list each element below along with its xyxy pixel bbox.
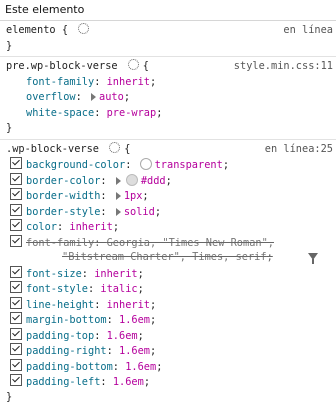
enable-checkbox[interactable]: [10, 343, 22, 355]
property-name[interactable]: border-color: [26, 175, 100, 187]
property-value[interactable]: 1.6em: [125, 361, 156, 373]
enable-checkbox[interactable]: [10, 157, 22, 169]
property-value[interactable]: #ddd: [141, 175, 166, 187]
property-value[interactable]: pre-wrap: [107, 107, 157, 119]
rule-source[interactable]: en línea: [283, 23, 333, 39]
property-name[interactable]: background-color: [26, 159, 125, 171]
declaration[interactable]: overflow: auto;: [0, 90, 336, 106]
property-value[interactable]: solid: [124, 206, 155, 218]
property-name[interactable]: font-family: [26, 237, 94, 249]
property-value[interactable]: 1.6em: [113, 376, 144, 388]
property-name[interactable]: padding-top: [26, 330, 94, 342]
property-name[interactable]: font-style: [26, 283, 88, 295]
property-value[interactable]: Georgia, "Times New Roman",: [107, 237, 274, 249]
property-name[interactable]: color: [26, 221, 57, 233]
enable-checkbox[interactable]: [10, 219, 22, 231]
property-name[interactable]: border-style: [26, 206, 100, 218]
property-value[interactable]: inherit: [69, 221, 112, 233]
enable-checkbox[interactable]: [10, 297, 22, 309]
color-swatch-icon[interactable]: [126, 174, 138, 186]
property-value[interactable]: 1.6em: [119, 345, 150, 357]
property-value-continued[interactable]: "Bitstream Charter", Times, serif: [62, 251, 267, 263]
close-brace: }: [0, 121, 336, 137]
enable-checkbox[interactable]: [10, 235, 22, 247]
property-value[interactable]: inherit: [107, 299, 150, 311]
expand-triangle-icon[interactable]: [116, 177, 121, 185]
property-value[interactable]: transparent: [155, 159, 223, 171]
declaration[interactable]: padding-bottom: 1.6em;: [0, 359, 336, 375]
property-name[interactable]: padding-bottom: [26, 361, 113, 373]
filter-icon[interactable]: [308, 253, 318, 260]
enable-checkbox[interactable]: [10, 188, 22, 200]
declaration[interactable]: padding-top: 1.6em;: [0, 328, 336, 344]
declaration[interactable]: font-style: italic;: [0, 281, 336, 297]
rule-header: .wp-block-verse { en línea:25: [0, 142, 336, 158]
enable-checkbox[interactable]: [10, 359, 22, 371]
declaration-overridden[interactable]: font-family: Georgia, "Times New Roman",: [0, 235, 336, 251]
declaration[interactable]: border-color: #ddd;: [0, 173, 336, 189]
property-name[interactable]: padding-left: [26, 376, 100, 388]
close-brace: }: [0, 390, 336, 406]
property-name[interactable]: padding-right: [26, 345, 107, 357]
declaration[interactable]: background-color: transparent;: [0, 157, 336, 173]
enable-checkbox[interactable]: [10, 266, 22, 278]
open-brace: {: [143, 60, 149, 72]
gear-icon[interactable]: [128, 59, 139, 70]
rule-element: elemento { en línea }: [0, 21, 336, 57]
property-name[interactable]: white-space: [26, 107, 94, 119]
declaration[interactable]: padding-right: 1.6em;: [0, 343, 336, 359]
close-brace: }: [0, 39, 336, 55]
property-value[interactable]: 1.6em: [119, 314, 150, 326]
declaration[interactable]: font-size: inherit;: [0, 266, 336, 282]
property-value[interactable]: inherit: [94, 268, 137, 280]
property-name[interactable]: border-width: [26, 190, 100, 202]
rule-pre-wp-block-verse: pre.wp-block-verse { style.min.css:11 fo…: [0, 57, 336, 140]
open-brace: {: [124, 143, 130, 155]
declaration-overridden-continued[interactable]: "Bitstream Charter", Times, serif;: [0, 250, 336, 266]
property-name[interactable]: line-height: [26, 299, 94, 311]
panel-title: Este elemento: [0, 0, 336, 21]
property-value[interactable]: inherit: [107, 76, 150, 88]
property-name[interactable]: margin-bottom: [26, 314, 107, 326]
expand-triangle-icon[interactable]: [116, 208, 121, 216]
rule-source[interactable]: style.min.css:11: [234, 59, 333, 75]
declaration[interactable]: padding-left: 1.6em;: [0, 374, 336, 390]
expand-triangle-icon[interactable]: [116, 192, 121, 200]
declaration[interactable]: border-style: solid;: [0, 204, 336, 220]
declaration[interactable]: white-space: pre-wrap;: [0, 106, 336, 122]
enable-checkbox[interactable]: [10, 173, 22, 185]
enable-checkbox[interactable]: [10, 204, 22, 216]
enable-checkbox[interactable]: [10, 312, 22, 324]
enable-checkbox[interactable]: [10, 374, 22, 386]
gear-icon[interactable]: [109, 142, 120, 153]
declaration[interactable]: font-family: inherit;: [0, 75, 336, 91]
property-name[interactable]: overflow: [26, 91, 76, 103]
property-value[interactable]: auto: [99, 91, 124, 103]
gear-icon[interactable]: [78, 23, 89, 34]
rule-selector[interactable]: elemento: [6, 24, 56, 36]
color-swatch-icon[interactable]: [140, 158, 152, 170]
rule-source[interactable]: en línea:25: [265, 142, 333, 158]
property-value[interactable]: italic: [100, 283, 137, 295]
rule-wp-block-verse: .wp-block-verse { en línea:25 background…: [0, 140, 336, 407]
property-name[interactable]: font-family: [26, 76, 94, 88]
declaration[interactable]: margin-bottom: 1.6em;: [0, 312, 336, 328]
declaration[interactable]: color: inherit;: [0, 219, 336, 235]
rule-selector[interactable]: .wp-block-verse: [6, 143, 99, 155]
enable-checkbox[interactable]: [10, 328, 22, 340]
rule-header: pre.wp-block-verse { style.min.css:11: [0, 59, 336, 75]
rule-selector[interactable]: pre.wp-block-verse: [6, 60, 118, 72]
declaration[interactable]: line-height: inherit;: [0, 297, 336, 313]
enable-checkbox[interactable]: [10, 281, 22, 293]
property-value[interactable]: 1px: [124, 190, 143, 202]
rule-header: elemento { en línea: [0, 23, 336, 39]
property-name[interactable]: font-size: [26, 268, 82, 280]
expand-triangle-icon[interactable]: [91, 93, 96, 101]
open-brace: {: [62, 24, 68, 36]
property-value[interactable]: 1.6em: [107, 330, 138, 342]
declaration[interactable]: border-width: 1px;: [0, 188, 336, 204]
